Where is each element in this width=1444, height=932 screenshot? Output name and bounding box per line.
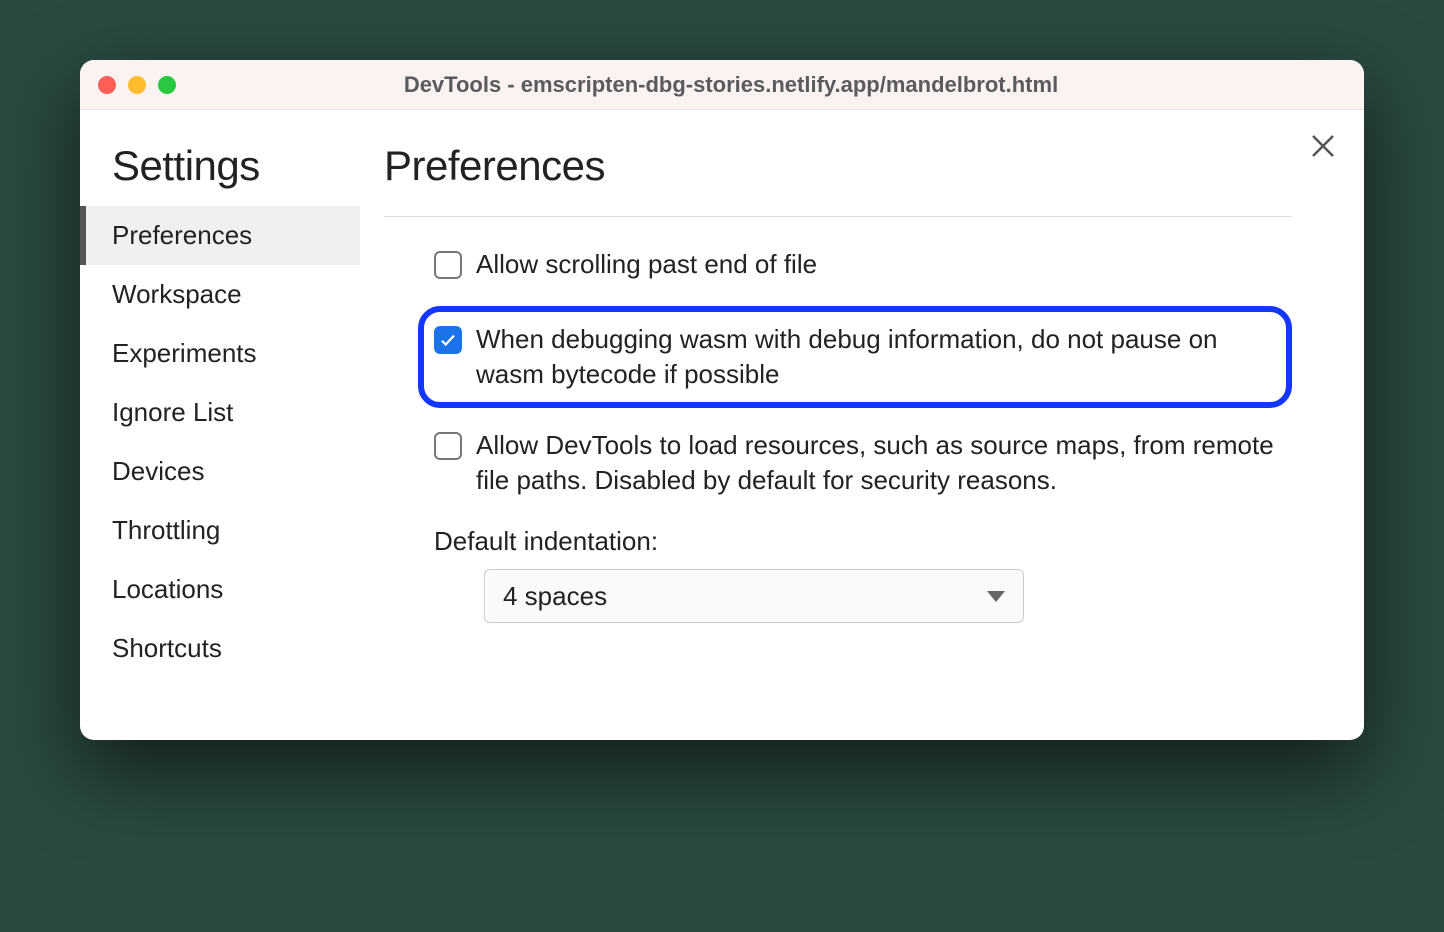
preference-label: Allow DevTools to load resources, such a…: [476, 428, 1292, 498]
sidebar-item-label: Experiments: [112, 338, 257, 368]
sidebar-item-label: Shortcuts: [112, 633, 222, 663]
close-window-button[interactable]: [98, 76, 116, 94]
devtools-settings-window: DevTools - emscripten-dbg-stories.netlif…: [80, 60, 1364, 740]
chevron-down-icon: [987, 591, 1005, 602]
sidebar-item-throttling[interactable]: Throttling: [80, 501, 360, 560]
sidebar-item-experiments[interactable]: Experiments: [80, 324, 360, 383]
indentation-select[interactable]: 4 spaces: [484, 569, 1024, 623]
close-icon: [1310, 133, 1336, 159]
sidebar-item-devices[interactable]: Devices: [80, 442, 360, 501]
sidebar-item-label: Preferences: [112, 220, 252, 250]
check-icon: [439, 331, 457, 349]
indentation-label: Default indentation:: [434, 526, 1292, 557]
preferences-heading: Preferences: [384, 142, 1292, 217]
sidebar-item-shortcuts[interactable]: Shortcuts: [80, 619, 360, 678]
preference-checkbox[interactable]: [434, 432, 462, 460]
preference-row: Allow scrolling past end of file: [434, 247, 1292, 282]
preference-checkbox[interactable]: [434, 251, 462, 279]
preference-row: Allow DevTools to load resources, such a…: [434, 428, 1292, 498]
sidebar-item-label: Locations: [112, 574, 223, 604]
settings-sidebar: Settings Preferences Workspace Experiments…: [80, 110, 360, 740]
sidebar-item-ignore-list[interactable]: Ignore List: [80, 383, 360, 442]
sidebar-item-label: Throttling: [112, 515, 220, 545]
sidebar-item-label: Workspace: [112, 279, 242, 309]
close-settings-button[interactable]: [1310, 132, 1336, 164]
preferences-body: Allow scrolling past end of file When deb…: [384, 217, 1292, 623]
settings-content: Settings Preferences Workspace Experiments…: [80, 110, 1364, 740]
sidebar-item-workspace[interactable]: Workspace: [80, 265, 360, 324]
preference-label: Allow scrolling past end of file: [476, 247, 817, 282]
preferences-panel: Preferences Allow scrolling past end of …: [360, 110, 1364, 740]
sidebar-item-label: Ignore List: [112, 397, 233, 427]
indentation-value: 4 spaces: [503, 581, 607, 612]
sidebar-item-preferences[interactable]: Preferences: [80, 206, 360, 265]
sidebar-item-locations[interactable]: Locations: [80, 560, 360, 619]
window-titlebar: DevTools - emscripten-dbg-stories.netlif…: [80, 60, 1364, 110]
sidebar-item-label: Devices: [112, 456, 204, 486]
settings-heading: Settings: [80, 142, 360, 206]
preference-row: When debugging wasm with debug informati…: [418, 306, 1292, 408]
preference-checkbox[interactable]: [434, 326, 462, 354]
preference-label: When debugging wasm with debug informati…: [476, 322, 1268, 392]
window-title: DevTools - emscripten-dbg-stories.netlif…: [116, 72, 1346, 98]
